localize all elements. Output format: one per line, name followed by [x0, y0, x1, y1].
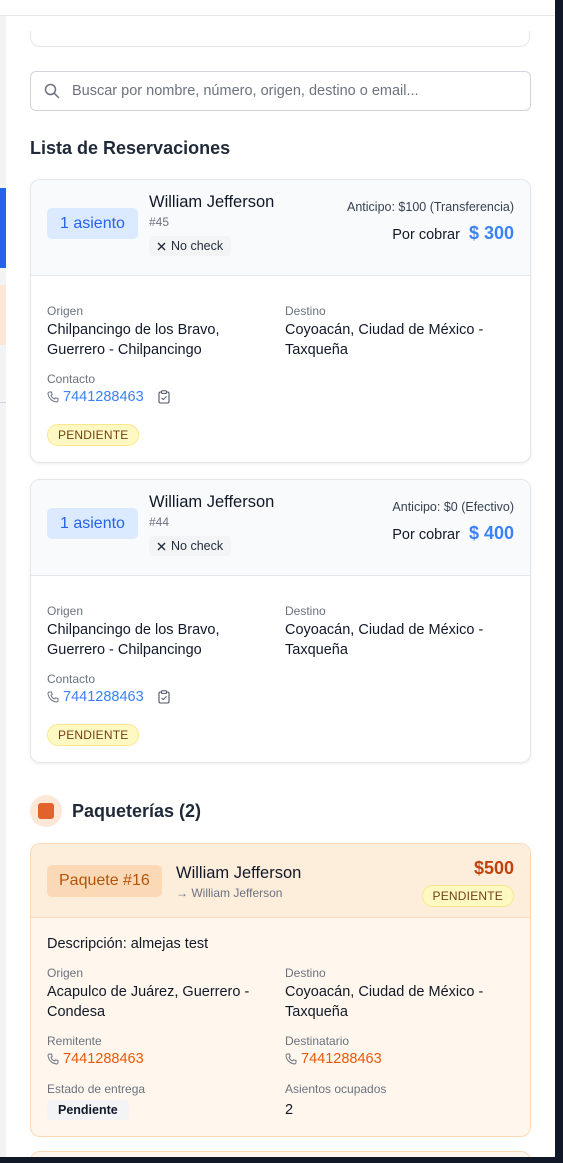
recipient-name: → William Jefferson	[176, 886, 283, 900]
reservation-number: #44	[149, 515, 170, 529]
packages-title: Paqueterías (2)	[72, 800, 202, 821]
reservation-number: #45	[149, 215, 170, 229]
reservations-panel: Lista de Reservaciones 1 asiento William…	[6, 31, 555, 1157]
search-input[interactable]	[72, 83, 512, 99]
phone-icon	[285, 1053, 297, 1065]
phone-icon	[47, 391, 59, 403]
seat-count-badge: 1 asiento	[47, 208, 138, 239]
estado-entrega-chip: Pendiente	[47, 1100, 129, 1120]
origen-label: Origen	[47, 604, 84, 618]
origen-line-2: Guerrero - Chilpancingo	[47, 342, 202, 358]
packages-header: Paqueterías (2)	[30, 795, 201, 827]
asientos-ocupados-label: Asientos ocupados	[285, 1082, 387, 1096]
destino-line-2: Taxqueña	[285, 642, 348, 658]
origen-line-1: Chilpancingo de los Bravo,	[47, 622, 220, 638]
por-cobrar-amount: $ 400	[468, 523, 514, 543]
previous-card-edge	[30, 31, 530, 47]
remitente-phone-link[interactable]: 7441288463	[47, 1051, 144, 1067]
por-cobrar: Por cobrar $ 300	[392, 223, 514, 244]
contacto-label: Contacto	[47, 372, 96, 386]
search-box[interactable]	[30, 71, 531, 111]
por-cobrar-amount: $ 300	[468, 223, 514, 243]
x-icon	[157, 542, 166, 550]
estado-entrega-label: Estado de entrega	[47, 1082, 146, 1096]
check-status-chip[interactable]: No check	[149, 536, 232, 556]
x-icon	[157, 242, 166, 250]
contact-phone-link[interactable]: 7441288463	[47, 389, 170, 405]
status-badge: PENDIENTE	[47, 724, 140, 746]
remitente-label: Remitente	[47, 1034, 102, 1048]
check-status-label: No check	[171, 539, 224, 553]
reservation-card[interactable]: 1 asiento William Jefferson #45 No check…	[30, 179, 531, 463]
origen-label: Origen	[47, 966, 84, 980]
reservation-card-header: 1 asiento William Jefferson #44 No check…	[31, 480, 530, 576]
check-status-label: No check	[171, 239, 224, 253]
anticipo-text: Anticipo: $0 (Efectivo)	[392, 500, 514, 514]
window-bottom-edge	[0, 1157, 563, 1163]
origen-line-2: Guerrero - Chilpancingo	[47, 642, 202, 658]
package-card[interactable]: Paquete #16 William Jefferson → William …	[30, 843, 531, 1137]
anticipo-text: Anticipo: $100 (Transferencia)	[347, 200, 514, 214]
check-status-chip[interactable]: No check	[149, 236, 232, 256]
destino-line-2: Taxqueña	[285, 342, 348, 358]
passenger-name: William Jefferson	[149, 493, 275, 511]
origen-line-2: Condesa	[47, 1004, 106, 1020]
reservation-card-header: 1 asiento William Jefferson #45 No check…	[31, 180, 530, 276]
panel-top-bar	[0, 0, 555, 16]
reservation-card[interactable]: 1 asiento William Jefferson #44 No check…	[30, 479, 531, 763]
destino-line-1: Coyoacán, Ciudad de México -	[285, 322, 484, 338]
contact-phone: 7441288463	[63, 689, 144, 705]
por-cobrar: Por cobrar $ 400	[392, 523, 514, 544]
destino-line-1: Coyoacán, Ciudad de México -	[285, 984, 484, 1000]
package-card-header: Paquete #16 William Jefferson → William …	[31, 844, 530, 918]
sender-name: William Jefferson	[176, 864, 302, 882]
origen-label: Origen	[47, 304, 84, 318]
destinatario-label: Destinatario	[285, 1034, 350, 1048]
destino-line-2: Taxqueña	[285, 1004, 348, 1020]
por-cobrar-label: Por cobrar	[392, 227, 460, 243]
package-status-badge: PENDIENTE	[421, 885, 514, 907]
window-right-edge	[555, 0, 563, 1163]
phone-icon	[47, 691, 59, 703]
origen-line-1: Chilpancingo de los Bravo,	[47, 322, 220, 338]
passenger-name: William Jefferson	[149, 193, 275, 211]
package-icon	[30, 795, 62, 827]
destino-line-1: Coyoacán, Ciudad de México -	[285, 622, 484, 638]
status-badge: PENDIENTE	[47, 424, 140, 446]
destino-label: Destino	[285, 604, 326, 618]
destino-label: Destino	[285, 966, 326, 980]
remitente-phone: 7441288463	[63, 1051, 144, 1067]
contact-phone: 7441288463	[63, 389, 144, 405]
phone-icon	[47, 1053, 59, 1065]
clipboard-icon[interactable]	[158, 390, 170, 404]
por-cobrar-label: Por cobrar	[392, 527, 460, 543]
package-number-badge: Paquete #16	[47, 865, 162, 897]
destino-label: Destino	[285, 304, 326, 318]
package-description: Descripción: almejas test	[47, 936, 209, 952]
package-price: $500	[473, 858, 514, 878]
search-icon	[44, 83, 60, 99]
contacto-label: Contacto	[47, 672, 96, 686]
asientos-ocupados-value: 2	[285, 1102, 294, 1118]
seat-count-badge: 1 asiento	[47, 508, 138, 539]
destinatario-phone: 7441288463	[301, 1051, 382, 1067]
contact-phone-link[interactable]: 7441288463	[47, 689, 170, 705]
origen-line-1: Acapulco de Juárez, Guerrero -	[47, 984, 250, 1000]
destinatario-phone-link[interactable]: 7441288463	[285, 1051, 382, 1067]
reservations-title: Lista de Reservaciones	[30, 138, 231, 158]
clipboard-icon[interactable]	[158, 690, 170, 704]
